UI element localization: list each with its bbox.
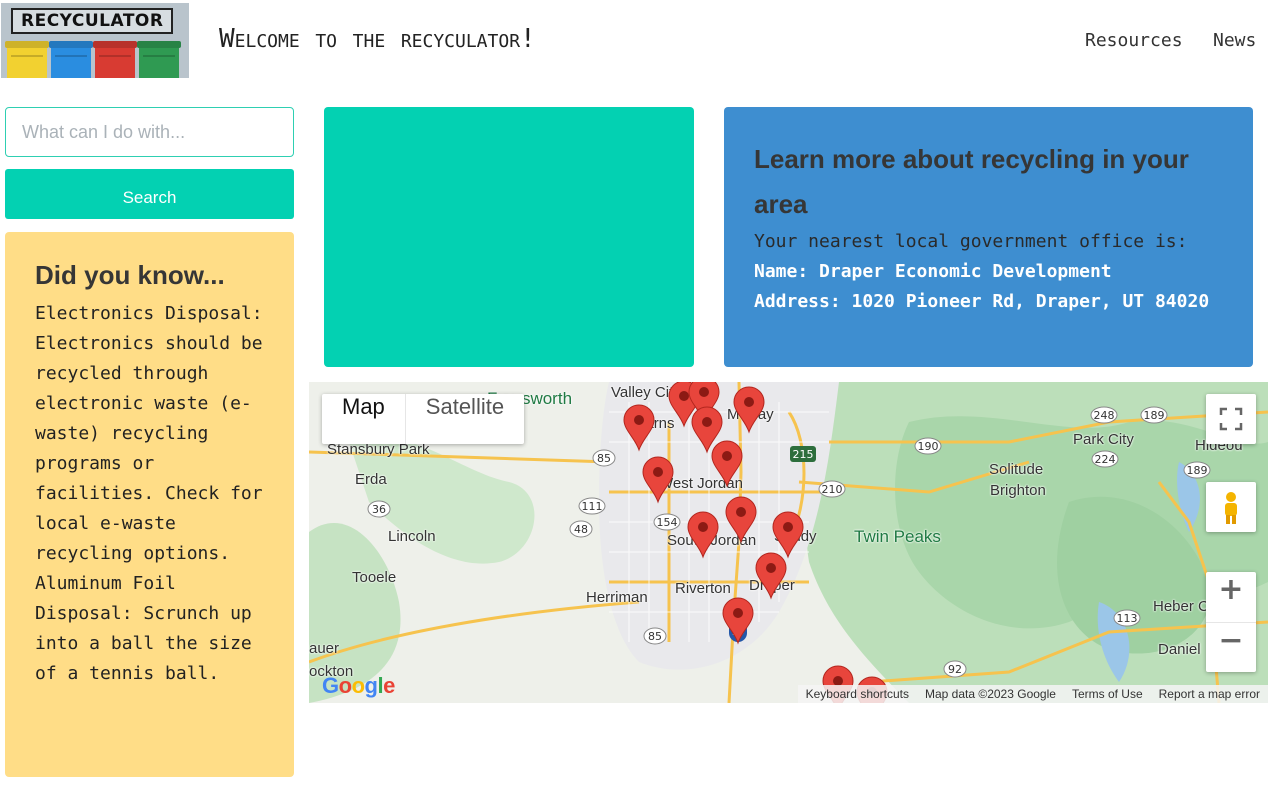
report-map-error-link[interactable]: Report a map error bbox=[1151, 685, 1268, 703]
recycling-location-marker[interactable] bbox=[642, 456, 674, 504]
recycling-location-marker[interactable] bbox=[733, 386, 765, 434]
map-attribution: Keyboard shortcuts Map data ©2023 Google… bbox=[797, 685, 1268, 703]
green-bin-icon bbox=[137, 41, 181, 78]
map-type-satellite-button[interactable]: Satellite bbox=[404, 394, 524, 444]
fullscreen-button[interactable] bbox=[1206, 394, 1256, 444]
map-data-label: Map data ©2023 Google bbox=[925, 687, 1056, 701]
feature-panel bbox=[324, 107, 694, 367]
yellow-bin-icon bbox=[5, 41, 49, 78]
recycling-location-marker[interactable] bbox=[755, 552, 787, 600]
recycling-location-marker[interactable] bbox=[772, 511, 804, 559]
fact-card-body: Electronics Disposal: Electronics should… bbox=[35, 303, 263, 684]
info-title: Learn more about recycling in your area bbox=[754, 144, 1189, 219]
map-type-map-button[interactable]: Map bbox=[322, 394, 405, 444]
local-info-panel: Learn more about recycling in your area … bbox=[724, 107, 1253, 367]
page-title: Welcome to the recyculator! bbox=[219, 24, 536, 54]
street-view-button[interactable] bbox=[1206, 482, 1256, 532]
map-type-control: Map Satellite bbox=[322, 394, 525, 444]
blue-bin-icon bbox=[49, 41, 93, 78]
recycling-location-marker[interactable] bbox=[711, 440, 743, 488]
logo-text: RECYCULATOR bbox=[11, 8, 174, 34]
office-name: Name: Draper Economic Development bbox=[754, 261, 1112, 282]
red-bin-icon bbox=[93, 41, 137, 78]
map[interactable]: Valley City Murray Kearns Stansbury Park… bbox=[309, 382, 1268, 703]
keyboard-shortcuts-link[interactable]: Keyboard shortcuts bbox=[798, 685, 917, 703]
search-input[interactable] bbox=[5, 107, 294, 157]
logo[interactable]: RECYCULATOR bbox=[1, 3, 189, 78]
terms-of-use-link[interactable]: Terms of Use bbox=[1064, 685, 1151, 703]
fullscreen-icon bbox=[1219, 407, 1243, 431]
zoom-out-button[interactable]: − bbox=[1206, 623, 1256, 672]
pegman-icon bbox=[1225, 492, 1237, 524]
nav-resources[interactable]: Resources bbox=[1085, 30, 1183, 51]
recycling-location-marker[interactable] bbox=[725, 496, 757, 544]
recycling-location-marker[interactable] bbox=[687, 511, 719, 559]
recycling-location-marker[interactable] bbox=[722, 597, 754, 645]
nav-news[interactable]: News bbox=[1213, 30, 1256, 51]
recycling-location-marker[interactable] bbox=[623, 404, 655, 452]
info-subtitle: Your nearest local government office is: bbox=[754, 231, 1188, 252]
zoom-control: + − bbox=[1206, 572, 1256, 672]
did-you-know-card: Did you know... Electronics Disposal: El… bbox=[5, 232, 294, 777]
zoom-in-button[interactable]: + bbox=[1206, 572, 1256, 623]
search-button[interactable]: Search bbox=[5, 169, 294, 219]
google-logo[interactable]: Google bbox=[322, 673, 395, 699]
fact-card-title: Did you know... bbox=[35, 260, 225, 290]
office-address: Address: 1020 Pioneer Rd, Draper, UT 840… bbox=[754, 291, 1210, 312]
